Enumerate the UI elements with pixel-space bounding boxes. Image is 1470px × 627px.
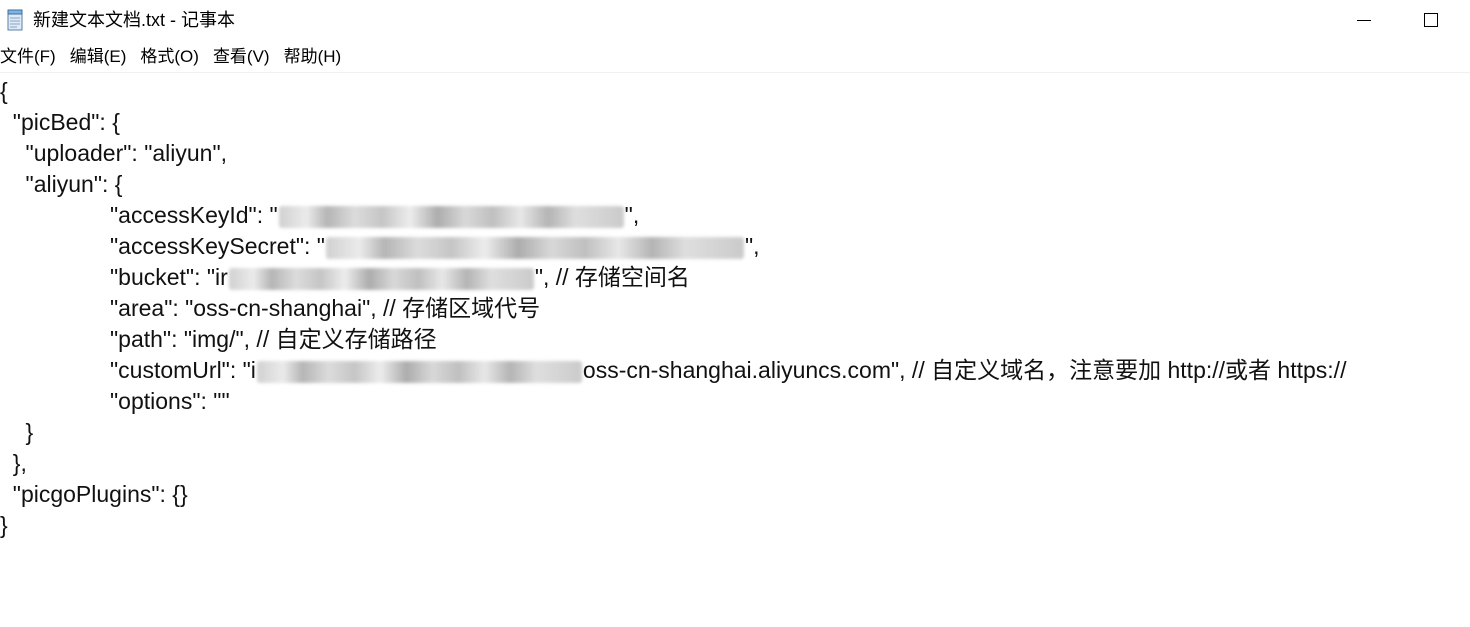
redacted-custom-url — [256, 360, 582, 383]
maximize-icon — [1424, 13, 1438, 27]
line-text: "picBed": { — [0, 109, 120, 135]
line-text: "picgoPlugins": {} — [0, 481, 188, 507]
minimize-button[interactable] — [1342, 0, 1388, 40]
redacted-access-key-secret — [325, 236, 744, 259]
text-line: } — [0, 510, 8, 541]
line-text: { — [0, 78, 8, 104]
line-text: "options": "" — [110, 388, 230, 414]
line-text: "path": "img/", // 自定义存储路径 — [110, 326, 437, 352]
text-line: } — [0, 417, 34, 448]
menu-bar: 文件(F) 编辑(E) 格式(O) 查看(V) 帮助(H) — [0, 44, 1470, 70]
text-line: }, — [0, 448, 27, 479]
maximize-button[interactable] — [1408, 0, 1454, 40]
text-line: "picgoPlugins": {} — [0, 479, 188, 510]
line-text: "uploader": "aliyun", — [0, 140, 228, 166]
line-text: "bucket": "ir — [110, 264, 228, 290]
menu-view[interactable]: 查看(V) — [213, 44, 278, 70]
line-text: }, — [0, 450, 27, 476]
menu-help[interactable]: 帮助(H) — [284, 44, 350, 70]
line-text: } — [0, 512, 8, 538]
text-line: "uploader": "aliyun", — [0, 138, 227, 169]
line-text: "accessKeyId": " — [110, 202, 278, 228]
text-editor[interactable]: { "picBed": { "uploader": "aliyun", "ali… — [0, 73, 1470, 627]
text-line: { — [0, 76, 8, 107]
line-text: ", — [744, 233, 760, 259]
menu-file[interactable]: 文件(F) — [0, 44, 64, 70]
redacted-access-key-id — [278, 205, 624, 228]
text-line: "aliyun": { — [0, 169, 123, 200]
minimize-icon — [1357, 20, 1371, 21]
line-text: oss-cn-shanghai.aliyuncs.com", // 自定义域名，… — [582, 357, 1347, 383]
text-line: "accessKeySecret": " ", — [110, 231, 760, 262]
text-line: "customUrl": "i oss-cn-shanghai.aliyuncs.… — [110, 355, 1346, 386]
window-title: 新建文本文档.txt - 记事本 — [33, 10, 235, 30]
text-line: "area": "oss-cn-shanghai", // 存储区域代号 — [110, 293, 540, 324]
line-text: ", // 存储空间名 — [534, 264, 690, 290]
text-line: "bucket": "ir ", // 存储空间名 — [110, 262, 690, 293]
notepad-window: 新建文本文档.txt - 记事本 文件(F) 编辑(E) 格式(O) 查看(V)… — [0, 0, 1470, 627]
redacted-bucket — [228, 267, 534, 290]
line-text: "area": "oss-cn-shanghai", // 存储区域代号 — [110, 295, 541, 321]
line-text: "aliyun": { — [0, 171, 123, 197]
line-text: } — [0, 419, 34, 445]
line-text: ", — [624, 202, 640, 228]
line-text: "accessKeySecret": " — [110, 233, 325, 259]
line-text: "customUrl": "i — [110, 357, 256, 383]
text-line: "options": "" — [110, 386, 230, 417]
notepad-icon — [7, 9, 23, 31]
text-line: "accessKeyId": " ", — [110, 200, 639, 231]
title-bar[interactable]: 新建文本文档.txt - 记事本 — [0, 0, 1470, 40]
menu-edit[interactable]: 编辑(E) — [70, 44, 135, 70]
text-line: "path": "img/", // 自定义存储路径 — [110, 324, 437, 355]
menu-format[interactable]: 格式(O) — [140, 44, 207, 70]
text-line: "picBed": { — [0, 107, 120, 138]
